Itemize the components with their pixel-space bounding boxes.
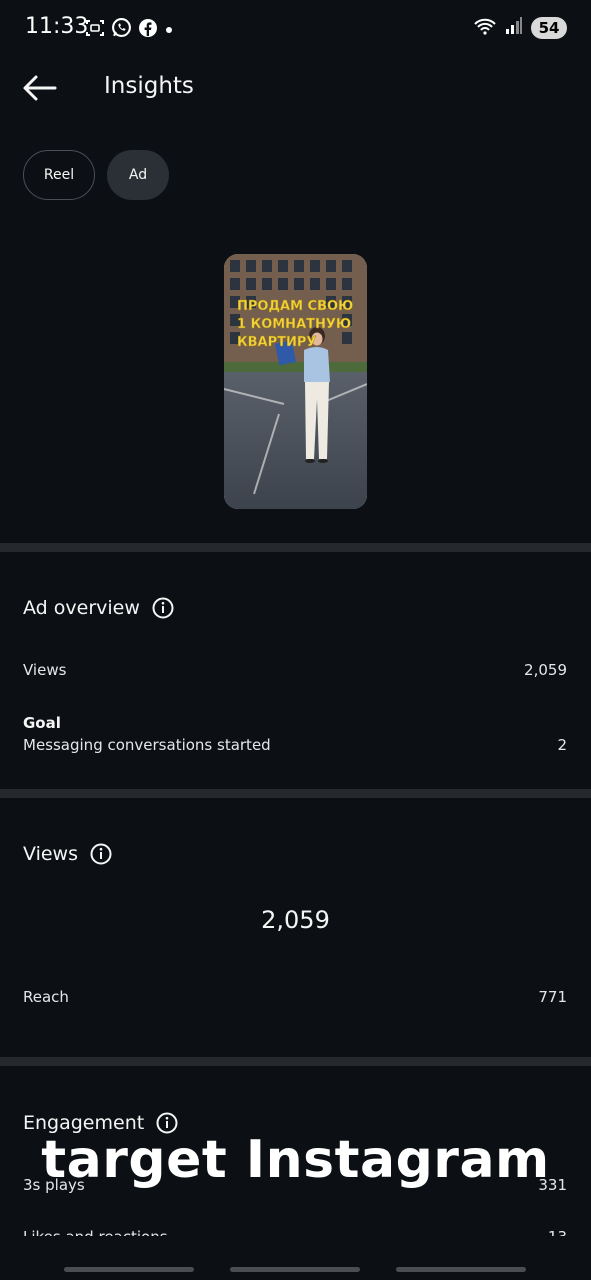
notification-icons: [85, 17, 174, 42]
ad-overview-title: Ad overview: [23, 597, 140, 619]
goal-label: Goal: [23, 714, 61, 732]
status-time: 11:33: [25, 14, 89, 39]
content-type-tabs: Reel Ad: [23, 150, 169, 200]
section-divider: [0, 1057, 591, 1066]
views-value: 2,059: [524, 661, 567, 679]
section-divider: [0, 789, 591, 798]
likes-value: 13: [548, 1228, 567, 1236]
info-icon[interactable]: [152, 597, 174, 619]
nav-recents-button[interactable]: [64, 1267, 194, 1272]
preview-caption-line: 1 КОМНАТНУЮ: [237, 317, 351, 332]
page-title: Insights: [104, 73, 194, 99]
preview-caption-line: КВАРТИРУ: [237, 335, 316, 350]
status-bar: 11:33 54: [0, 0, 591, 56]
nav-back-button[interactable]: [396, 1267, 526, 1272]
section-divider: [0, 543, 591, 552]
views-header: Views: [23, 843, 112, 865]
goal-metric-value: 2: [557, 736, 567, 754]
info-icon[interactable]: [90, 843, 112, 865]
nav-home-button[interactable]: [230, 1267, 360, 1272]
views-total: 2,059: [261, 906, 330, 934]
dot-icon: [164, 20, 174, 39]
top-bar: Insights: [0, 56, 591, 120]
ad-overview-header: Ad overview: [23, 597, 174, 619]
reach-value: 771: [538, 988, 567, 1006]
signal-icon: [505, 17, 523, 39]
facebook-icon: [138, 18, 158, 42]
views-label: Views: [23, 661, 67, 679]
likes-label: Likes and reactions: [23, 1228, 168, 1236]
battery-icon: 54: [531, 17, 567, 39]
goal-metric-label: Messaging conversations started: [23, 736, 271, 754]
system-icons: 54: [473, 16, 567, 40]
whatsapp-icon: [111, 17, 132, 42]
preview-caption-line: ПРОДАМ СВОЮ: [237, 299, 353, 314]
views-section-title: Views: [23, 843, 78, 865]
system-nav-bar: [0, 1236, 591, 1280]
overlay-caption: target Instagram: [41, 1130, 550, 1190]
reach-label: Reach: [23, 988, 69, 1006]
wifi-icon: [473, 16, 497, 40]
screenshot-icon: [85, 18, 105, 42]
likes-row: Likes and reactions 13: [0, 1222, 591, 1236]
reel-thumbnail[interactable]: ПРОДАМ СВОЮ 1 КОМНАТНУЮ КВАРТИРУ: [224, 254, 367, 509]
arrow-left-icon[interactable]: [22, 74, 58, 102]
tab-ad[interactable]: Ad: [107, 150, 169, 200]
tab-reel[interactable]: Reel: [23, 150, 95, 200]
